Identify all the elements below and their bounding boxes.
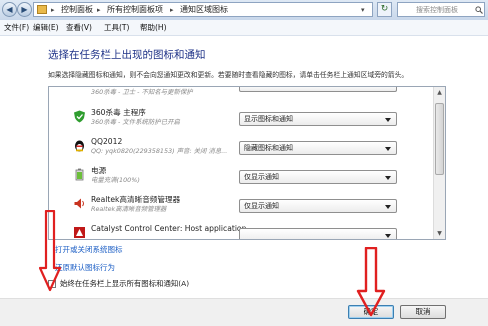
address-box[interactable]: ▸ 控制面板 ▸ 所有控制面板项 ▸ 通知区域图标 ▾ [33, 2, 373, 17]
behavior-dropdown[interactable]: 仅显示通知 [239, 199, 397, 213]
speaker-icon [74, 198, 84, 209]
list-item-name: Realtek高清晰音频管理器 [91, 195, 181, 204]
annotation-arrow-icon [356, 247, 386, 317]
search-icon [475, 6, 483, 14]
control-panel-icon [37, 5, 47, 14]
forward-arrow-icon[interactable]: ▶ [17, 2, 32, 17]
restore-default-behavior-link[interactable]: 还原默认图标行为 [55, 262, 115, 273]
breadcrumb-separator-icon: ▸ [51, 6, 55, 14]
list-item-subtitle: Realtek高清晰音频管理器 [91, 205, 167, 213]
search-input[interactable]: 搜索控制面板 [397, 2, 485, 17]
behavior-dropdown[interactable]: 隐藏图标和通知 [239, 141, 397, 155]
dropdown-value: 仅显示通知 [244, 173, 279, 181]
show-all-icons-label[interactable]: 始终在任务栏上显示所有图标和通知(A) [60, 279, 189, 289]
breadcrumb-separator-icon: ▸ [170, 6, 174, 14]
behavior-dropdown[interactable] [239, 228, 397, 239]
qq-penguin-icon [75, 140, 84, 152]
menu-edit[interactable]: 编辑(E) [33, 22, 59, 34]
back-arrow-icon[interactable]: ◀ [2, 2, 17, 17]
breadcrumb-separator-icon: ▸ [97, 6, 101, 14]
refresh-icon[interactable]: ↻ [377, 2, 392, 17]
chevron-down-icon [385, 176, 391, 180]
breadcrumb-notification-icons[interactable]: 通知区域图标 [180, 4, 228, 16]
list-item: Realtek高清晰音频管理器 Realtek高清晰音频管理器 仅显示通知 [49, 191, 435, 220]
toggle-system-icons-link[interactable]: 打开或关闭系统图标 [55, 244, 123, 255]
power-icon [75, 168, 84, 181]
list-item-subtitle: 360杀毒 - 卫士 - 不知名与更新保护 [91, 88, 193, 96]
menu-tools[interactable]: 工具(T) [104, 22, 129, 34]
dropdown-value: 仅显示通知 [244, 202, 279, 210]
list-item-subtitle: QQ: yqk0820(229358153) 声音: 关闭 消息... [91, 147, 228, 155]
scroll-up-icon[interactable]: ▲ [434, 87, 445, 98]
behavior-dropdown[interactable] [239, 87, 397, 92]
menu-file[interactable]: 文件(F) [4, 22, 29, 34]
cancel-button[interactable]: 取消 [400, 305, 446, 319]
list-item-name: Catalyst Control Center: Host applicatio… [91, 224, 247, 233]
list-scrollbar[interactable]: ▲ ▼ [433, 87, 445, 239]
shield-icon [74, 110, 85, 123]
list-item: QQ2012 QQ: yqk0820(229358153) 声音: 关闭 消息.… [49, 133, 435, 162]
list-item-name: 360杀毒 主程序 [91, 108, 146, 117]
list-item-subtitle: 360杀毒 - 文件系统防护已开启 [91, 118, 180, 126]
address-dropdown-icon[interactable]: ▾ [361, 4, 365, 16]
page-description: 如果选择隐藏图标和通知，则不会向您通知更改和更新。若要随时查看隐藏的图标，请单击… [48, 71, 409, 79]
list-item: 360杀毒 - 卫士 - 不知名与更新保护 [49, 87, 435, 98]
dropdown-value: 隐藏图标和通知 [244, 144, 293, 152]
chevron-down-icon [385, 147, 391, 151]
breadcrumb-all-items[interactable]: 所有控制面板项 [107, 4, 163, 16]
menu-view[interactable]: 查看(V) [66, 22, 92, 34]
list-item: 电源 电量充满(100%) 仅显示通知 [49, 162, 435, 191]
chevron-down-icon [385, 205, 391, 209]
ati-icon [74, 227, 85, 238]
list-item-name: 电源 [91, 166, 107, 175]
dropdown-value: 显示图标和通知 [244, 115, 293, 123]
menu-help[interactable]: 帮助(H) [140, 22, 167, 34]
search-placeholder: 搜索控制面板 [416, 6, 458, 14]
annotation-arrow-icon [39, 210, 61, 292]
chevron-down-icon [385, 234, 391, 238]
behavior-dropdown[interactable]: 显示图标和通知 [239, 112, 397, 126]
list-item: 360杀毒 主程序 360杀毒 - 文件系统防护已开启 显示图标和通知 [49, 104, 435, 133]
list-item-name: QQ2012 [91, 137, 123, 146]
chevron-down-icon [385, 118, 391, 122]
icon-list: 360杀毒 - 卫士 - 不知名与更新保护 360杀毒 主程序 360杀毒 - … [48, 86, 446, 240]
breadcrumb-control-panel[interactable]: 控制面板 [61, 4, 93, 16]
behavior-dropdown[interactable]: 仅显示通知 [239, 170, 397, 184]
list-item-subtitle: 电量充满(100%) [91, 176, 140, 184]
scroll-down-icon[interactable]: ▼ [434, 228, 445, 239]
page-title: 选择在任务栏上出现的图标和通知 [48, 49, 206, 61]
scrollbar-thumb[interactable] [435, 103, 444, 175]
list-item: Catalyst Control Center: Host applicatio… [49, 220, 435, 239]
